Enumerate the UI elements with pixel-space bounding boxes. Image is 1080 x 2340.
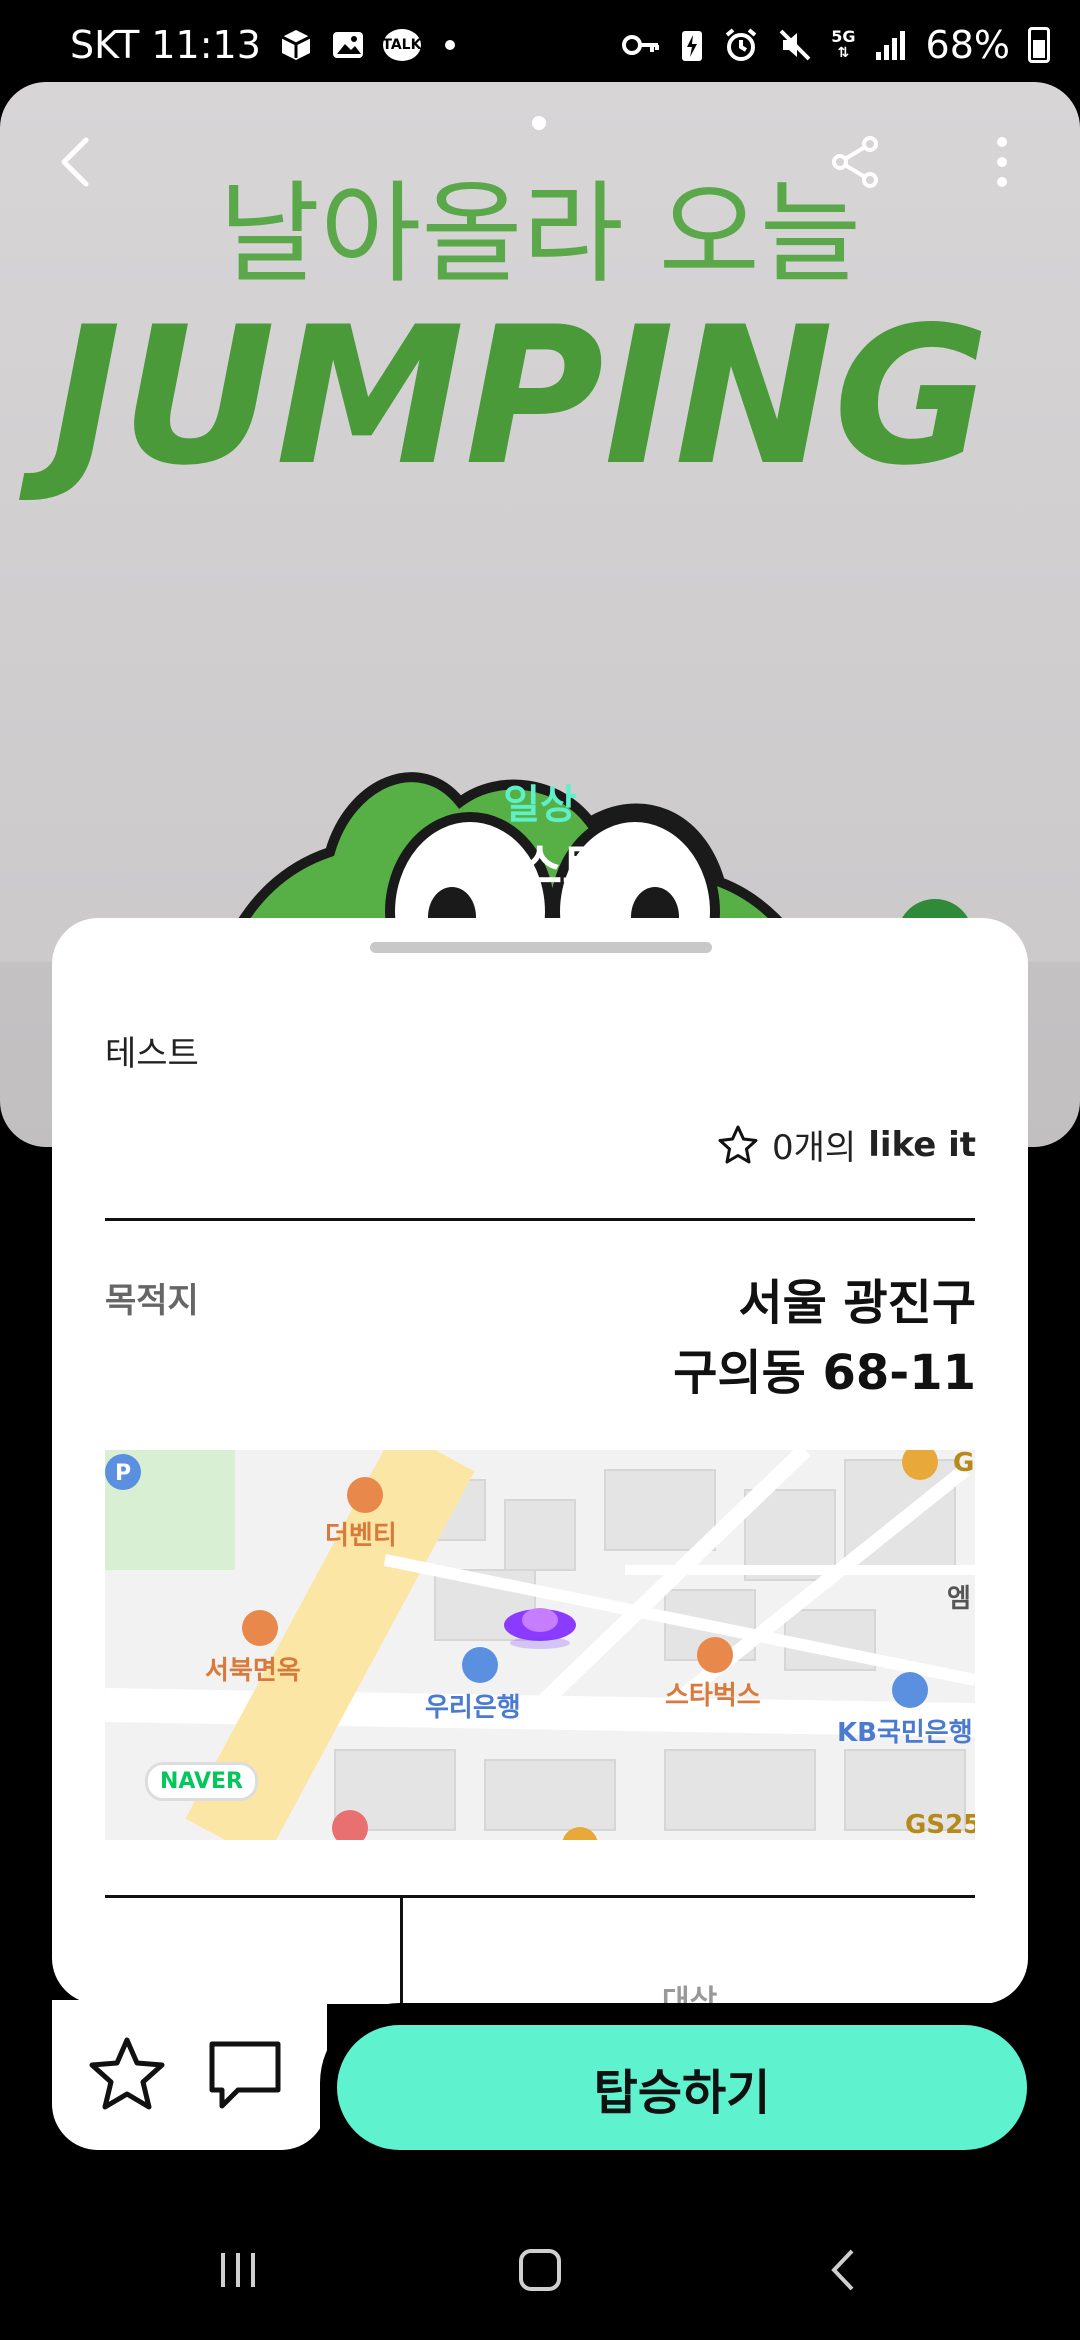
map-label-cafe: 더벤티	[325, 1521, 397, 1551]
map-label-g: G	[953, 1450, 975, 1478]
svg-text:P: P	[115, 1461, 131, 1486]
home-icon	[519, 2249, 561, 2291]
post-description: 테스트	[105, 1034, 199, 1074]
map-label-shop: 엠	[947, 1584, 971, 1614]
system-nav-bar	[0, 2200, 1080, 2340]
gallery-icon	[331, 28, 365, 62]
alarm-icon	[723, 27, 759, 63]
more-options-button[interactable]	[962, 122, 1042, 202]
nav-back-icon	[831, 2249, 854, 2291]
5g-icon: 5G ⇅	[831, 27, 856, 62]
action-bar-left	[52, 2000, 327, 2150]
more-notifications-dot	[444, 40, 455, 50]
sheet-drag-handle[interactable]	[370, 942, 712, 953]
more-vert-icon	[997, 137, 1007, 187]
banner-line2: JUMPING	[19, 286, 990, 507]
cube-icon	[279, 28, 313, 62]
map-label-restaurant: 서북면옥	[205, 1656, 301, 1686]
status-left: SKT 11:13 TALK	[70, 23, 621, 67]
favorite-button[interactable]	[82, 2030, 172, 2120]
share-button[interactable]	[816, 122, 896, 202]
home-button[interactable]	[490, 2220, 590, 2320]
column-divider	[400, 1898, 403, 2004]
battery-percent: 68%	[925, 23, 1010, 67]
mute-icon	[777, 27, 813, 63]
detail-sheet[interactable]: 테스트 0개의 like it 목적지 서울 광진구 구의동 68-11 P 더…	[52, 918, 1028, 2004]
naver-logo: NAVER	[145, 1762, 258, 1801]
post-category: 일상	[503, 782, 577, 828]
destination-label: 목적지	[105, 1281, 199, 1321]
like-count: 0개의	[771, 1128, 857, 1168]
peek-label: 대상	[662, 1984, 718, 2004]
network-label: 5G	[831, 27, 856, 46]
battery-icon	[1028, 27, 1050, 63]
destination-address: 서울 광진구 구의동 68-11	[673, 1268, 976, 1408]
recents-icon	[221, 2253, 255, 2287]
post-title: 테스트	[473, 839, 607, 895]
status-right: 5G ⇅ 68%	[621, 23, 1050, 67]
key-icon	[621, 30, 661, 60]
page-indicator-dot	[532, 116, 546, 130]
like-row[interactable]: 0개의 like it	[716, 1120, 976, 1169]
star-outline-icon	[718, 1125, 758, 1163]
map-label-bank2: KB국민은행	[837, 1718, 973, 1748]
map-label-bank1: 우리은행	[425, 1693, 521, 1723]
status-bar: SKT 11:13 TALK 5G ⇅ 68%	[0, 0, 1080, 90]
banner-line1: 날아올라 오늘	[219, 170, 861, 298]
star-icon	[89, 2037, 165, 2110]
talk-icon: TALK	[382, 29, 421, 61]
nav-back-button[interactable]	[795, 2220, 895, 2320]
share-icon	[832, 136, 878, 188]
data-arrows-icon: ⇅	[837, 45, 850, 61]
recents-button[interactable]	[188, 2220, 288, 2320]
map-label-gs25: GS25	[905, 1810, 975, 1840]
comment-button[interactable]	[200, 2030, 290, 2120]
map-label-starbucks: 스타벅스	[665, 1681, 761, 1711]
carrier-time: SKT 11:13	[70, 23, 261, 67]
like-label: like it	[868, 1124, 976, 1165]
signal-icon	[874, 28, 908, 62]
battery-saver-icon	[679, 27, 705, 63]
board-button[interactable]: 탑승하기	[337, 2025, 1027, 2150]
comment-icon	[209, 2041, 281, 2109]
back-arrow-icon	[61, 137, 89, 187]
back-button[interactable]	[38, 122, 118, 202]
divider-bottom	[105, 1895, 975, 1898]
destination-line2: 구의동 68-11	[673, 1345, 976, 1401]
divider-top	[105, 1218, 975, 1221]
destination-line1: 서울 광진구	[738, 1275, 976, 1331]
location-map[interactable]: P 더벤티 서북면옥 우리은행 스타벅스 KB국민은행 엠 GS25 G NAV…	[105, 1450, 975, 1840]
